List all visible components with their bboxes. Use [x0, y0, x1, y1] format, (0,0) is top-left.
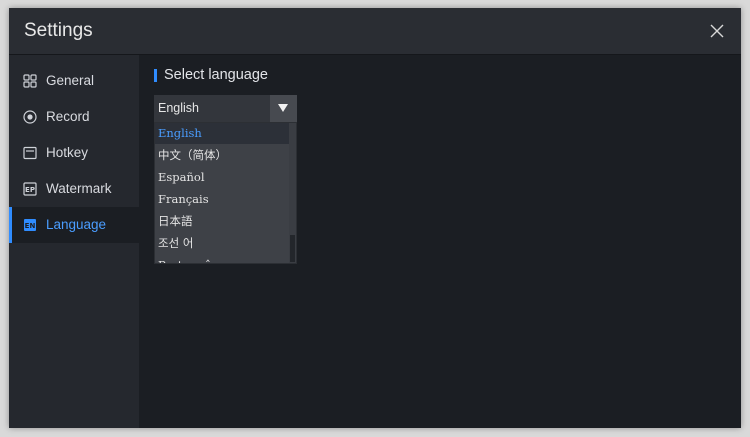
language-option-english[interactable]: English	[155, 123, 291, 144]
watermark-icon: EP	[23, 182, 37, 196]
sidebar-item-label: Record	[46, 109, 90, 124]
window-title: Settings	[24, 20, 93, 41]
triangle-down-icon	[278, 104, 288, 112]
record-icon	[23, 110, 37, 124]
dropdown-toggle[interactable]	[270, 95, 297, 122]
section-accent-bar	[154, 69, 157, 82]
sidebar-item-hotkey[interactable]: Hotkey	[9, 135, 139, 171]
language-option-spanish[interactable]: Español	[155, 167, 291, 188]
sidebar-item-label: Language	[46, 217, 107, 232]
title-bar: Settings	[9, 8, 741, 55]
grid-icon	[23, 74, 37, 88]
sidebar-item-record[interactable]: Record	[9, 99, 139, 135]
language-option-korean[interactable]: 조선 어	[155, 233, 291, 254]
language-option-japanese[interactable]: 日本語	[155, 211, 291, 232]
sidebar-item-general[interactable]: General	[9, 63, 139, 99]
dropdown-scrollbar[interactable]	[289, 123, 296, 263]
sidebar-item-label: Watermark	[46, 181, 112, 196]
sidebar-item-label: General	[46, 73, 95, 88]
language-option-french[interactable]: Français	[155, 189, 291, 210]
settings-window: Settings General Record Hotkey EP Waterm…	[9, 8, 741, 428]
sidebar: General Record Hotkey EP Watermark EN La…	[9, 55, 139, 428]
sidebar-item-label: Hotkey	[46, 145, 89, 160]
language-select[interactable]: English	[154, 95, 297, 122]
language-select-value: English	[158, 101, 199, 115]
section-title: Select language	[164, 67, 268, 83]
close-icon[interactable]	[707, 21, 727, 41]
scrollbar-thumb[interactable]	[290, 235, 295, 262]
language-option-portuguese[interactable]: Português	[155, 255, 291, 263]
language-icon: EN	[24, 219, 36, 231]
language-option-chinese[interactable]: 中文（简体）	[155, 145, 291, 166]
keyboard-icon	[23, 146, 37, 160]
svg-text:EP: EP	[25, 186, 35, 194]
sidebar-item-language[interactable]: EN Language	[9, 207, 139, 243]
svg-text:EN: EN	[25, 222, 36, 230]
language-dropdown-list: English 中文（简体） Español Français 日本語 조선 어…	[154, 122, 297, 264]
sidebar-item-watermark[interactable]: EP Watermark	[9, 171, 139, 207]
